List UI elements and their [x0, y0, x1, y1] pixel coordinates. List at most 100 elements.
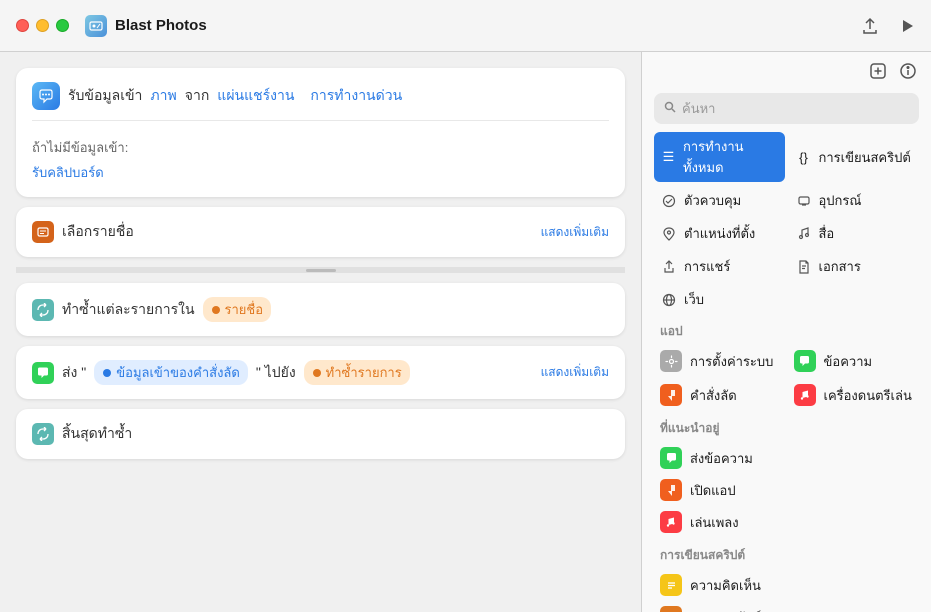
category-sharing-label: การแชร์	[684, 256, 730, 277]
open-app-suggest-icon	[660, 479, 682, 501]
traffic-lights	[16, 19, 69, 32]
send-prefix: ส่ง "	[62, 362, 86, 384]
add-action-button[interactable]	[869, 62, 887, 85]
app-item-settings[interactable]: การตั้งค่าระบบ	[654, 345, 786, 377]
fallback-label: ถ้าไม่มีข้อมูลเข้า:	[32, 137, 128, 158]
search-input[interactable]: ค้นหา	[682, 98, 909, 119]
suggestion-send-message[interactable]: ส่งข้อความ	[654, 442, 919, 474]
app-icon	[85, 15, 107, 37]
receive-input-card: รับข้อมูลเข้า ภาพ จาก แผ่นแชร์งาน การทำง…	[16, 68, 625, 197]
control-icon	[660, 192, 678, 210]
suggestion-play-music[interactable]: เล่นเพลง	[654, 506, 919, 538]
shortcuts-icon	[660, 384, 682, 406]
send-to-label: ทำซ้ำรายการ	[326, 362, 402, 383]
app-item-music[interactable]: เครื่องดนตรีเล่น	[788, 379, 920, 411]
suggestion-send-label: ส่งข้อความ	[690, 448, 753, 469]
end-repeat-card: สิ้นสุดทำซ้ำ	[16, 409, 625, 459]
minimize-button[interactable]	[36, 19, 49, 32]
comment-icon	[660, 574, 682, 596]
repeat-icon	[32, 299, 54, 321]
receive-input-icon	[32, 82, 60, 110]
fallback-link[interactable]: รับคลิปบอร์ด	[32, 162, 104, 183]
scripting-comment-label: ความคิดเห็น	[690, 575, 761, 596]
resize-dot	[306, 269, 336, 272]
app-item-shortcuts[interactable]: คำสั่งลัด	[654, 379, 786, 411]
show-result-label: แสดงผลลัพธ์	[690, 607, 761, 612]
category-scripting-label: การเขียนสคริปต์	[819, 147, 911, 168]
show-result-icon	[660, 606, 682, 612]
messages-icon	[794, 350, 816, 372]
documents-icon	[795, 258, 813, 276]
play-button[interactable]	[899, 18, 915, 34]
right-panel: ค้นหา ☰ การทำงานทั้งหมด {} การเขียนสคริป…	[641, 52, 931, 612]
category-devices[interactable]: อุปกรณ์	[789, 186, 920, 215]
send-input-badge-label: ข้อมูลเข้าของคำสั่งลัด	[116, 362, 240, 383]
category-control-label: ตัวควบคุม	[684, 190, 741, 211]
music-icon	[795, 225, 813, 243]
send-middle: " ไปยัง	[256, 362, 296, 384]
info-button[interactable]	[899, 62, 917, 85]
choose-list-icon	[32, 221, 54, 243]
location-icon	[660, 225, 678, 243]
suggestions-section-title: ที่แนะนำอยู่	[654, 419, 919, 438]
source-link-2[interactable]: การทำงานด่วน	[310, 85, 402, 107]
right-header	[642, 52, 931, 93]
category-music[interactable]: สื่อ	[789, 219, 920, 248]
maximize-button[interactable]	[56, 19, 69, 32]
choose-list-expand[interactable]: แสดงเพิ่มเติม	[541, 223, 609, 242]
main-layout: รับข้อมูลเข้า ภาพ จาก แผ่นแชร์งาน การทำง…	[0, 52, 931, 612]
app-music-label: เครื่องดนตรีเล่น	[824, 385, 912, 406]
repeat-prefix: ทำซ้ำแต่ละรายการใน	[62, 299, 195, 321]
category-music-label: สื่อ	[819, 223, 835, 244]
repeat-badge-label: รายชื่อ	[225, 299, 264, 320]
left-panel: รับข้อมูลเข้า ภาพ จาก แผ่นแชร์งาน การทำง…	[0, 52, 641, 612]
send-to-badge: ทำซ้ำรายการ	[304, 360, 410, 385]
scripting-icon: {}	[795, 148, 813, 166]
scripting-show-result[interactable]: แสดงผลลัพธ์	[654, 601, 919, 612]
send-message-card: ส่ง " ข้อมูลเข้าของคำสั่งลัด " ไปยัง ทำซ…	[16, 346, 625, 399]
app-shortcuts-label: คำสั่งลัด	[690, 385, 737, 406]
app-title: Blast Photos	[115, 17, 207, 34]
receive-type-link[interactable]: ภาพ	[150, 85, 176, 107]
category-documents[interactable]: เอกสาร	[789, 252, 920, 281]
category-control[interactable]: ตัวควบคุม	[654, 186, 785, 215]
category-documents-label: เอกสาร	[819, 256, 861, 277]
suggestion-open-label: เปิดแอป	[690, 480, 736, 501]
repeat-card: ทำซ้ำแต่ละรายการใน รายชื่อ	[16, 283, 625, 336]
send-msg-suggest-icon	[660, 447, 682, 469]
app-settings-label: การตั้งค่าระบบ	[690, 351, 773, 372]
resize-handle[interactable]	[16, 267, 625, 273]
suggestion-open-app[interactable]: เปิดแอป	[654, 474, 919, 506]
repeat-badge: รายชื่อ	[203, 297, 272, 322]
end-repeat-label: สิ้นสุดทำซ้ำ	[62, 423, 132, 445]
right-panel-content: ☰ การทำงานทั้งหมด {} การเขียนสคริปต์ ตัว…	[642, 132, 931, 612]
end-repeat-icon	[32, 423, 54, 445]
category-web[interactable]: เว็บ	[654, 285, 785, 314]
app-item-messages[interactable]: ข้อความ	[788, 345, 920, 377]
share-button[interactable]	[861, 17, 879, 35]
apps-grid: การตั้งค่าระบบ ข้อความ	[654, 345, 919, 411]
card-divider-1	[32, 120, 609, 121]
scripting-comment[interactable]: ความคิดเห็น	[654, 569, 919, 601]
search-bar[interactable]: ค้นหา	[654, 93, 919, 124]
receive-prefix: รับข้อมูลเข้า	[68, 85, 142, 107]
right-header-icons	[869, 62, 917, 85]
category-location[interactable]: ตำแหน่งที่ตั้ง	[654, 219, 785, 248]
send-msg-icon	[32, 362, 54, 384]
settings-icon	[660, 350, 682, 372]
sharing-icon	[660, 258, 678, 276]
suggestion-play-label: เล่นเพลง	[690, 512, 739, 533]
category-all[interactable]: ☰ การทำงานทั้งหมด	[654, 132, 785, 182]
all-icon: ☰	[660, 148, 677, 166]
app-messages-label: ข้อความ	[824, 351, 873, 372]
titlebar-actions	[861, 17, 915, 35]
send-expand[interactable]: แสดงเพิ่มเติม	[541, 363, 609, 382]
category-sharing[interactable]: การแชร์	[654, 252, 785, 281]
category-web-label: เว็บ	[684, 289, 704, 310]
category-scripting[interactable]: {} การเขียนสคริปต์	[789, 132, 920, 182]
scripting-section-title: การเขียนสคริปต์	[654, 546, 919, 565]
apps-section-title: แอป	[654, 322, 919, 341]
close-button[interactable]	[16, 19, 29, 32]
send-input-badge: ข้อมูลเข้าของคำสั่งลัด	[94, 360, 248, 385]
source-link-1[interactable]: แผ่นแชร์งาน	[217, 85, 294, 107]
